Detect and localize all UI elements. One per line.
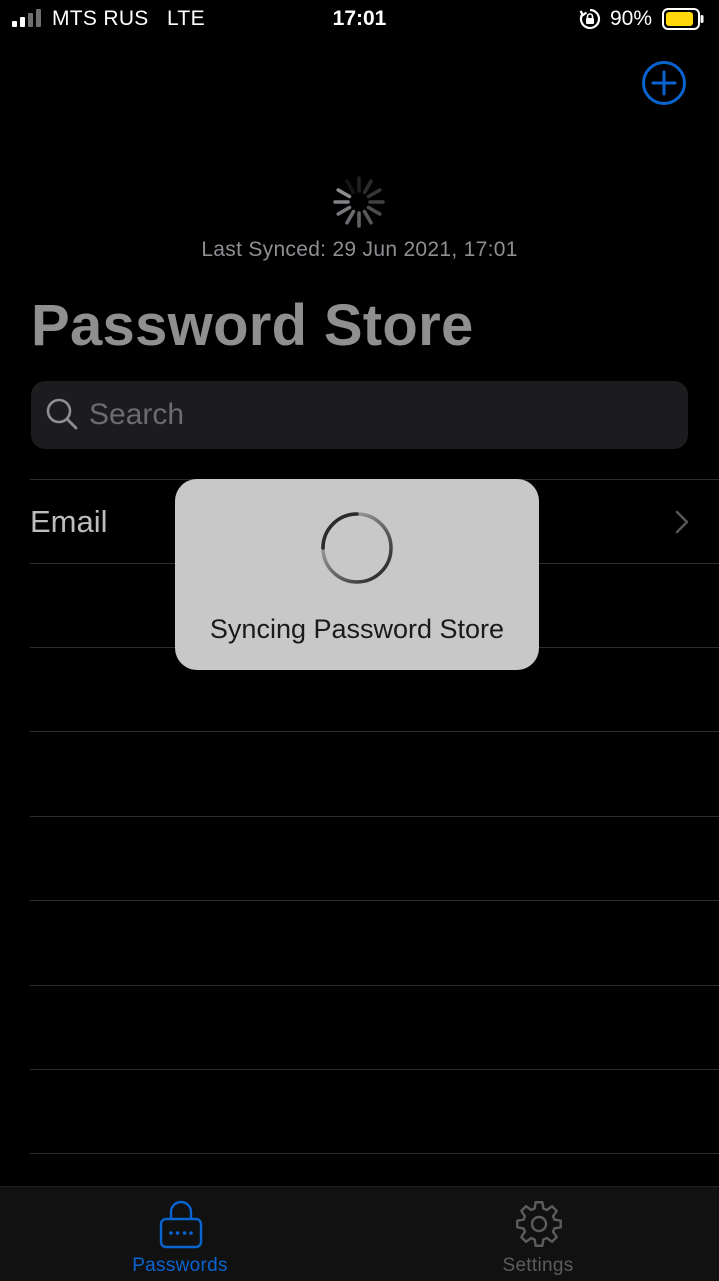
- status-bar: MTS RUS LTE 17:01 90%: [0, 0, 719, 40]
- add-password-button[interactable]: [641, 60, 687, 106]
- chevron-right-icon: [675, 510, 689, 534]
- gear-icon: [516, 1201, 562, 1247]
- search-icon: [46, 398, 78, 430]
- hud-message: Syncing Password Store: [209, 614, 505, 644]
- last-synced-label: Last Synced: 29 Jun 2021, 17:01: [201, 238, 518, 261]
- empty-row: [30, 985, 719, 1070]
- page-title: Password Store: [31, 293, 474, 358]
- refresh-spinner-icon: [333, 176, 385, 228]
- sync-progress-hud: Syncing Password Store: [175, 479, 539, 670]
- empty-row: [30, 731, 719, 816]
- tab-label-settings: Settings: [502, 1255, 574, 1276]
- search-input[interactable]: [89, 381, 669, 449]
- empty-row: [30, 1069, 719, 1154]
- empty-row: [30, 816, 719, 901]
- tab-bar: Passwords Settings: [0, 1186, 719, 1281]
- empty-row: [30, 900, 719, 985]
- tab-settings[interactable]: Settings: [438, 1187, 638, 1281]
- list-item-label: Email: [30, 504, 108, 539]
- activity-spinner-icon: [321, 512, 393, 584]
- rotation-lock-icon: [579, 8, 601, 30]
- tab-label-passwords: Passwords: [132, 1255, 228, 1276]
- lock-icon: [159, 1200, 203, 1249]
- search-bar[interactable]: [31, 381, 688, 449]
- tab-passwords[interactable]: Passwords: [80, 1187, 280, 1281]
- battery-percent: 90%: [610, 7, 653, 30]
- battery-icon: [662, 8, 704, 30]
